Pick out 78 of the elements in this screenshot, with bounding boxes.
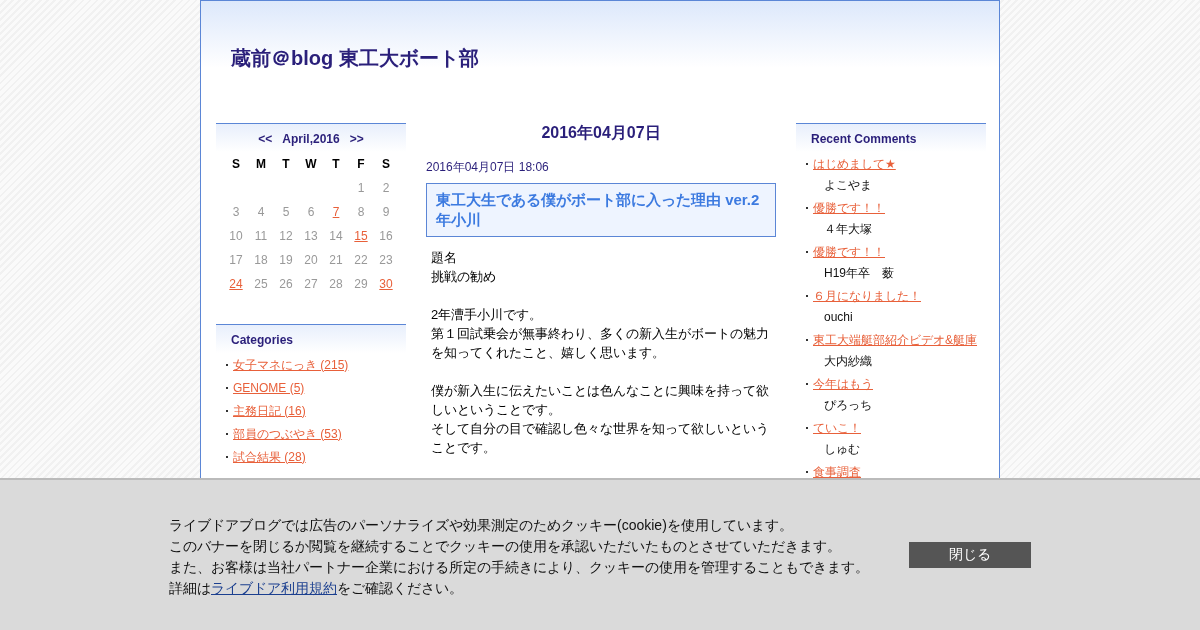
calendar-day: 16 <box>373 224 399 248</box>
calendar-day: 14 <box>323 224 349 248</box>
category-link[interactable]: 主務日記 (16) <box>233 403 306 418</box>
calendar-day: 9 <box>373 200 399 224</box>
calendar-day: 10 <box>223 224 249 248</box>
calendar-day: 27 <box>298 272 324 296</box>
comment-entry-link[interactable]: ６月になりました！ <box>813 288 921 303</box>
category-link[interactable]: 女子マネにっき (215) <box>233 357 349 372</box>
calendar-day: 6 <box>298 200 324 224</box>
date-heading: 2016年04月07日 <box>540 123 662 143</box>
weekday-label: S <box>231 156 241 173</box>
calendar-day[interactable]: 30 <box>373 272 399 296</box>
post-text: 2年漕手小川です。 <box>431 306 544 324</box>
category-link[interactable]: GENOME (5) <box>233 380 305 395</box>
calendar-day: 5 <box>273 200 299 224</box>
post-timestamp: 2016年04月07日 18:06 <box>426 159 550 176</box>
calendar-day: 3 <box>223 200 249 224</box>
calendar-day: 21 <box>323 248 349 272</box>
weekday-label: M <box>255 156 267 173</box>
comment-entry-link[interactable]: はじめまして★ <box>813 156 896 171</box>
close-button[interactable]: 閉じる <box>909 542 1031 568</box>
calendar-day: 13 <box>298 224 324 248</box>
calendar-day: 18 <box>248 248 274 272</box>
category-link[interactable]: 試合結果 (28) <box>233 449 306 464</box>
post-text: 題名 <box>431 249 458 267</box>
comment-entry-link[interactable]: 今年はもう <box>813 376 873 391</box>
comment-entry-link[interactable]: ていこ！ <box>813 420 861 435</box>
next-month-link[interactable]: >> <box>349 132 364 146</box>
post-text: 僕が新入生に伝えたいことは色んなことに興味を持って欲しいということです。 <box>431 382 770 419</box>
calendar-day: 8 <box>348 200 374 224</box>
banner-text: このバナーを閉じるか閲覧を継続することでクッキーの使用を承認いただいたものとさせていただきます。 <box>169 536 842 556</box>
post-text: 挑戦の勧め <box>431 268 497 286</box>
calendar-day: 1 <box>348 176 374 200</box>
post-title[interactable]: 東工大生である僕がボート部に入った理由 ver.2年小川 <box>426 183 776 237</box>
weekday-label: T <box>281 156 291 173</box>
calendar-day: 4 <box>248 200 274 224</box>
comment-entry-link[interactable]: 東工大端艇部紹介ビデオ&艇庫 <box>813 332 977 347</box>
calendar-day: 22 <box>348 248 374 272</box>
calendar-day: 20 <box>298 248 324 272</box>
comment-entry-link[interactable]: 優勝です！！ <box>813 244 885 259</box>
calendar-month: April,2016 <box>282 132 340 146</box>
calendar-day: 17 <box>223 248 249 272</box>
comment-author: よこやま <box>823 177 873 194</box>
comment-author: 大内紗織 <box>823 353 873 370</box>
calendar-day: 11 <box>248 224 274 248</box>
weekday-label: W <box>304 156 318 173</box>
post-text: そして自分の目で確認し色々な世界を知って欲しいということです。 <box>431 420 770 457</box>
terms-link[interactable]: ライブドア利用規約 <box>211 579 337 596</box>
comment-author: ４年大塚 <box>823 221 873 238</box>
comment-entry-link[interactable]: 食事調査 <box>813 464 861 479</box>
calendar-day: 29 <box>348 272 374 296</box>
panel-title: Recent Comments <box>810 131 918 148</box>
weekday-label: S <box>381 156 391 173</box>
calendar-day: 23 <box>373 248 399 272</box>
comment-author: ぴろっち <box>823 397 873 414</box>
comment-author: しゅむ <box>823 441 861 458</box>
panel-title: Categories <box>230 332 295 349</box>
comment-author: H19年卒 薮 <box>823 265 895 282</box>
calendar-day: 26 <box>273 272 299 296</box>
calendar-day: 12 <box>273 224 299 248</box>
comment-entry-link[interactable]: 優勝です！！ <box>813 200 885 215</box>
calendar-day[interactable]: 15 <box>348 224 374 248</box>
weekday-label: F <box>356 156 366 173</box>
category-link[interactable]: 部員のつぶやき (53) <box>233 426 342 441</box>
calendar-day[interactable]: 24 <box>223 272 249 296</box>
calendar-day[interactable]: 7 <box>323 200 349 224</box>
banner-text: 詳細はライブドア利用規約をご確認ください。 <box>169 578 464 598</box>
calendar-day: 28 <box>323 272 349 296</box>
calendar-day: 2 <box>373 176 399 200</box>
banner-text: また、お客様は当社パートナー企業における所定の手続きにより、クッキーの使用を管理することもできます。 <box>169 557 869 577</box>
post-text: 第１回試乗会が無事終わり、多くの新入生がボートの魅力を知ってくれたこと、嬉しく思います。 <box>431 325 770 362</box>
previous-month-link[interactable]: << <box>258 132 273 146</box>
weekday-label: T <box>331 156 341 173</box>
banner-text: ライブドアブログでは広告のパーソナライズや効果測定のためクッキー(cookie)を使用しています。 <box>169 515 794 535</box>
blog-title[interactable]: 蔵前＠blog 東工大ボート部 <box>231 44 479 72</box>
calendar-day: 19 <box>273 248 299 272</box>
comment-author: ouchi <box>823 309 854 326</box>
calendar-day: 25 <box>248 272 274 296</box>
